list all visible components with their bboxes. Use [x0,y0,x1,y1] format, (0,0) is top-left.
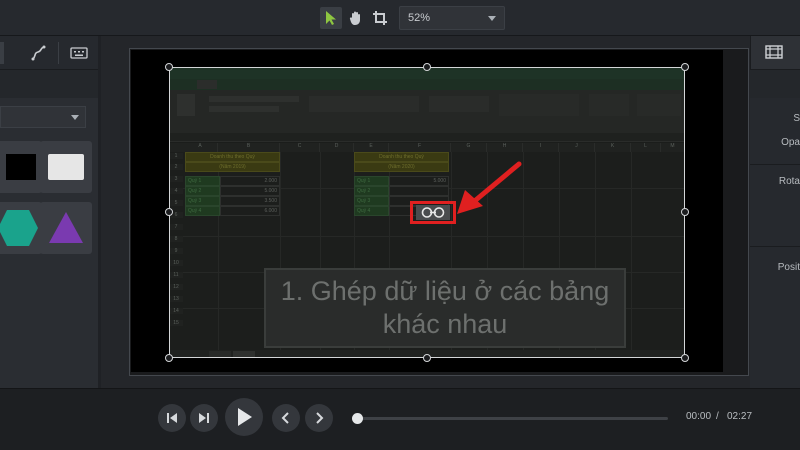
keyboard-icon[interactable] [68,42,90,64]
hexagon-icon [0,210,38,246]
shape-category-dropdown[interactable] [0,106,86,128]
properties-subheader [750,70,800,98]
resize-handle-top[interactable] [423,63,431,71]
shape-teal-hexagon[interactable] [0,202,42,254]
chevron-down-icon [71,115,79,120]
total-duration: 02:27 [727,411,753,422]
shape-purple-triangle[interactable] [40,202,92,254]
tab-divider [58,42,59,64]
scale-label: S [793,113,800,124]
pan-hand-icon[interactable] [345,7,367,29]
rotation-label: Rota [778,176,800,187]
select-arrow-icon[interactable] [320,7,342,29]
step-back-icon [167,413,177,423]
resize-handle-bottom-left[interactable] [165,354,173,362]
chevron-left-icon [281,412,289,424]
properties-tabs [750,36,800,70]
resize-handle-top-left[interactable] [165,63,173,71]
step-forward-icon [199,413,209,423]
resize-handle-left[interactable] [165,208,173,216]
film-strip-icon[interactable] [765,44,783,65]
step-forward-button[interactable] [190,404,218,432]
left-panel-subheader [0,70,98,98]
current-time: 00:00 [686,411,712,422]
properties-panel: S Opa Rota Posit [750,36,800,388]
resize-handle-top-right[interactable] [681,63,689,71]
play-button[interactable] [225,398,263,436]
time-separator: / [716,411,719,422]
zoom-value: 52% [408,12,431,24]
divider [750,164,800,165]
crop-icon[interactable] [369,7,391,29]
play-icon [238,408,252,426]
playback-scrubber[interactable] [356,417,668,420]
triangle-icon [49,212,83,243]
selection-frame [169,67,685,358]
position-label: Posit [777,262,800,273]
previous-marker-button[interactable] [272,404,300,432]
shape-black-rectangle[interactable] [0,141,42,193]
next-marker-button[interactable] [305,404,333,432]
black-rectangle-icon [6,154,36,180]
chevron-right-icon [316,412,324,424]
left-panel-tabs [0,36,98,70]
video-editor-app: 52% A B C D E F G H I J K L M 1 2 3 4 5 … [0,0,800,450]
top-toolbar: 52% [0,0,800,36]
left-tab-partial[interactable] [0,42,4,64]
scrubber-handle[interactable] [352,413,363,424]
resize-handle-right[interactable] [681,208,689,216]
motion-path-icon[interactable] [28,42,50,64]
step-back-button[interactable] [158,404,186,432]
shape-white-rectangle[interactable] [40,141,92,193]
divider [750,246,800,247]
opacity-label: Opa [781,137,800,148]
zoom-dropdown[interactable]: 52% [399,6,505,30]
resize-handle-bottom[interactable] [423,354,431,362]
resize-handle-bottom-right[interactable] [681,354,689,362]
chevron-down-icon [488,16,496,21]
left-panel [0,36,98,388]
white-rectangle-icon [48,154,84,180]
